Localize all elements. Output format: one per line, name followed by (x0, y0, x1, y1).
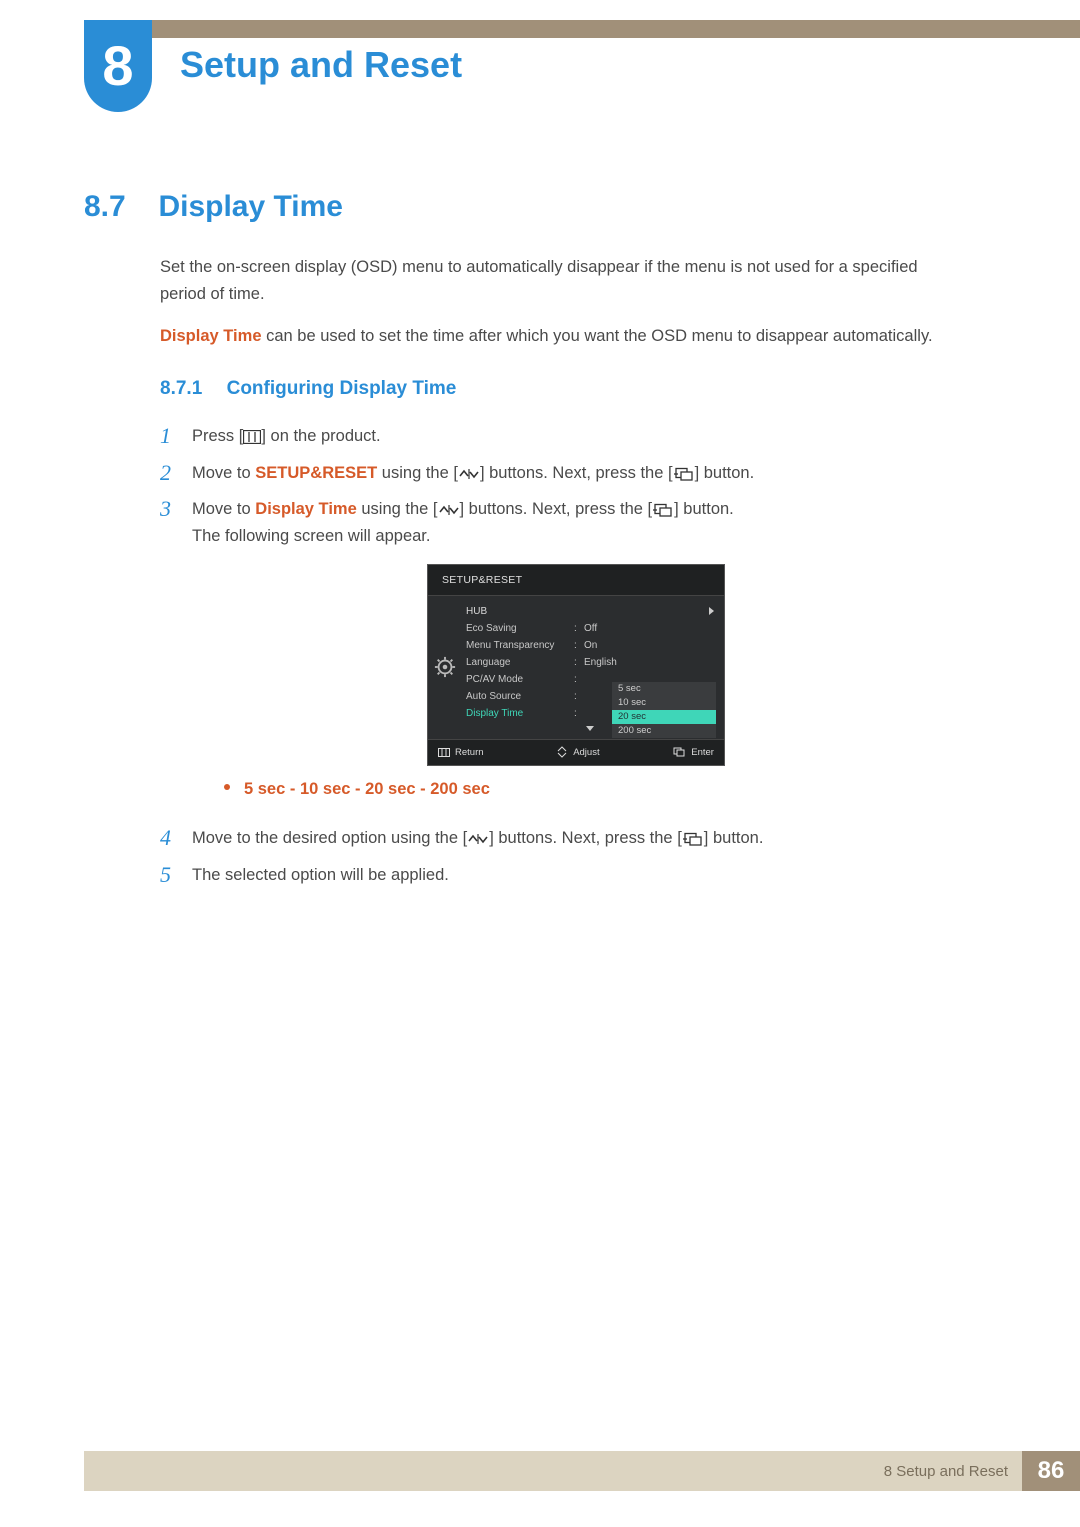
enter-icon (672, 747, 686, 757)
intro-term: Display Time (160, 327, 262, 345)
osd-popup-opt-3: 20 sec (612, 710, 716, 724)
up-down-icon (458, 467, 480, 481)
osd-popup-opt-2: 10 sec (612, 696, 716, 710)
up-down-icon (467, 832, 489, 846)
subsection-heading: 8.7.1 Configuring Display Time (160, 374, 960, 405)
page-number: 86 (1022, 1451, 1080, 1491)
osd-popup-opt-1: 5 sec (612, 682, 716, 696)
osd-row-language: Language:English (466, 655, 714, 672)
page-footer: 8 Setup and Reset 86 (84, 1451, 1080, 1491)
arrow-down-icon (586, 726, 594, 731)
step-1: 1 Press [] on the product. (160, 423, 960, 450)
chapter-tab: 8 (84, 20, 152, 112)
intro-paragraph-2: Display Time can be used to set the time… (160, 323, 960, 350)
step-2: 2 Move to SETUP&RESET using the [] butto… (160, 460, 960, 487)
menu-icon (438, 748, 450, 757)
footer-label: 8 Setup and Reset (84, 1451, 1022, 1491)
section-heading: 8.7 Display Time (84, 190, 343, 224)
options-bullet: 5 sec - 10 sec - 20 sec - 200 sec (224, 776, 960, 803)
osd-title: SETUP&RESET (428, 565, 724, 596)
osd-row-hub: HUB (466, 604, 714, 621)
chapter-number: 8 (102, 38, 133, 94)
bullet-icon (224, 784, 230, 790)
section-number: 8.7 (84, 190, 154, 224)
setup-reset-label: SETUP&RESET (255, 464, 377, 482)
section-title: Display Time (158, 190, 343, 224)
subsection-title: Configuring Display Time (227, 374, 457, 405)
osd-row-menu-transparency: Menu Transparency:On (466, 638, 714, 655)
display-time-label: Display Time (255, 500, 357, 518)
intro-paragraph-1: Set the on-screen display (OSD) menu to … (160, 254, 960, 307)
osd-screenshot: SETUP&RESET HUB Eco Saving:Off (427, 564, 725, 766)
subsection-number: 8.7.1 (160, 374, 222, 405)
osd-row-eco: Eco Saving:Off (466, 621, 714, 638)
enter-icon (673, 467, 695, 481)
top-accent-bar (152, 20, 1080, 38)
osd-popup: 5 sec 10 sec 20 sec 200 sec (612, 682, 716, 738)
adjust-icon (556, 746, 568, 758)
step-5: 5 The selected option will be applied. (160, 862, 960, 889)
up-down-icon (438, 503, 460, 517)
arrow-right-icon (709, 607, 714, 615)
chapter-title: Setup and Reset (180, 44, 462, 86)
enter-icon (652, 503, 674, 517)
options-text: 5 sec - 10 sec - 20 sec - 200 sec (244, 776, 490, 803)
step-3: 3 Move to Display Time using the [] butt… (160, 496, 960, 815)
menu-icon (243, 430, 261, 444)
osd-footer: Return Adjust Enter (428, 739, 724, 765)
step-4: 4 Move to the desired option using the [… (160, 825, 960, 852)
enter-icon (682, 832, 704, 846)
gear-icon (434, 656, 456, 678)
osd-popup-opt-4: 200 sec (612, 724, 716, 738)
